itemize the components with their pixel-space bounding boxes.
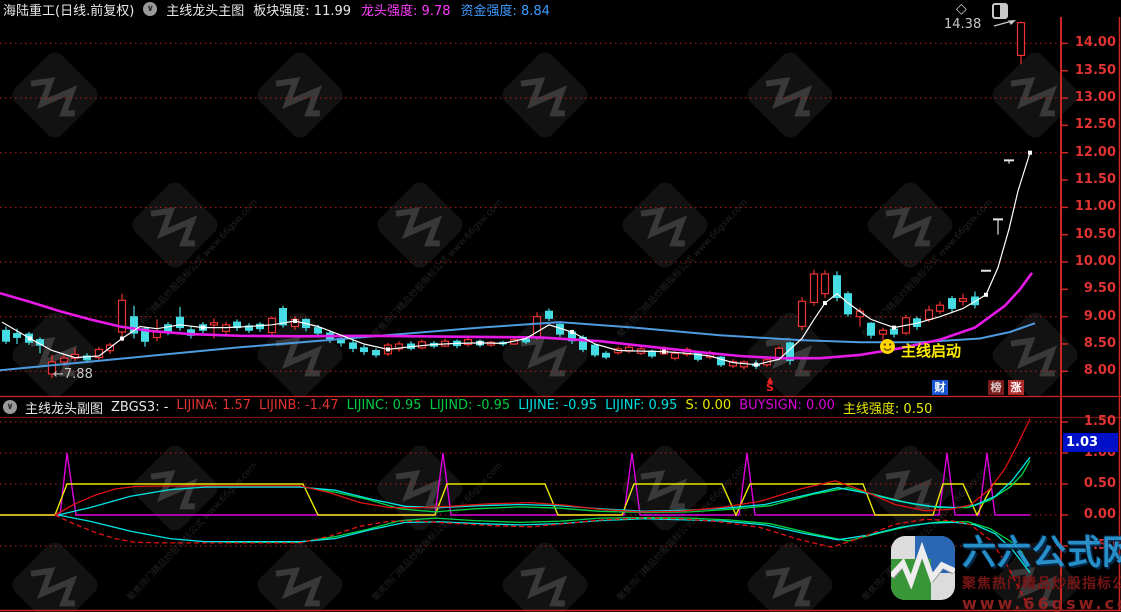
site-logo: 六六公式网 聚焦热门精品炒股指标公式 www.66gsw.com	[891, 536, 1121, 612]
logo-subtitle: 聚焦热门精品炒股指标公式	[962, 573, 1121, 593]
pulse-logo-icon	[891, 536, 955, 600]
logo-layer: 六六公式网 聚焦热门精品炒股指标公式 www.66gsw.com	[0, 0, 1121, 612]
logo-url: www.66gsw.com	[962, 594, 1121, 612]
app-window: 聚焦热门精品炒股指标公式 www.66gsw.com聚焦热门精品炒股指标公式 w…	[0, 0, 1121, 612]
logo-title: 六六公式网	[962, 536, 1121, 570]
